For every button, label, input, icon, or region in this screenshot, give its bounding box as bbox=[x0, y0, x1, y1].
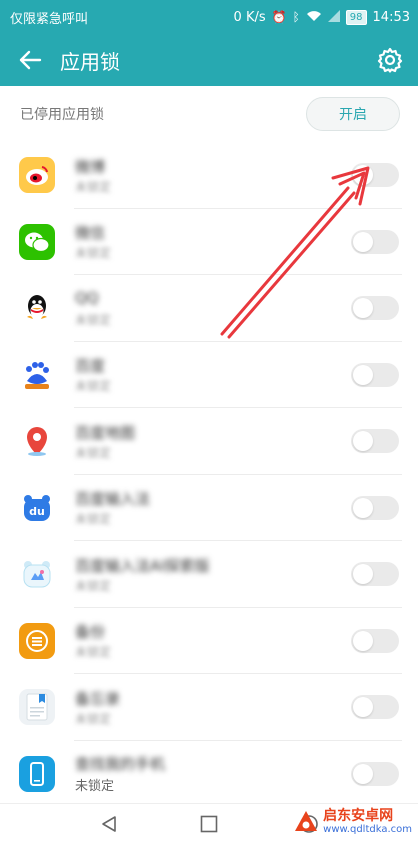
list-item[interactable]: du 百度输入法 未锁定 bbox=[0, 475, 418, 542]
watermark-logo-icon bbox=[295, 811, 318, 831]
lock-toggle[interactable] bbox=[351, 628, 399, 653]
list-item[interactable]: 微信 未锁定 bbox=[0, 209, 418, 276]
lock-toggle[interactable] bbox=[351, 562, 399, 587]
bluetooth-icon: ᛒ bbox=[292, 10, 300, 24]
memo-icon bbox=[19, 689, 55, 726]
list-item[interactable]: 百度输入法AI探索版 未锁定 bbox=[0, 541, 418, 608]
recents-nav-button[interactable] bbox=[197, 812, 221, 836]
back-button[interactable] bbox=[0, 34, 60, 86]
square-icon bbox=[200, 815, 218, 832]
gear-icon bbox=[377, 47, 403, 73]
section-header: 已停用应用锁 开启 bbox=[0, 86, 418, 142]
list-item[interactable]: 备份 未锁定 bbox=[0, 608, 418, 675]
carrier-text: 仅限紧急呼叫 bbox=[10, 11, 89, 27]
watermark-name: 启东安卓网 bbox=[323, 808, 394, 824]
alarm-icon: ⏰ bbox=[271, 10, 287, 24]
app-list: 微博 未锁定 微信 未锁定 QQ 未锁定 百度 未锁定 百度地图 未锁定 du … bbox=[0, 142, 418, 807]
find-phone-icon bbox=[19, 755, 55, 792]
list-item[interactable]: 百度 未锁定 bbox=[0, 342, 418, 409]
lock-toggle[interactable] bbox=[351, 429, 399, 454]
watermark: 启东安卓网 www.qdltdka.com bbox=[293, 805, 412, 839]
lock-toggle[interactable] bbox=[351, 229, 399, 254]
watermark-url: www.qdltdka.com bbox=[323, 824, 412, 835]
list-item[interactable]: 百度地图 未锁定 bbox=[0, 408, 418, 475]
lock-toggle[interactable] bbox=[351, 695, 399, 720]
enable-button[interactable]: 开启 bbox=[306, 97, 400, 131]
back-arrow-icon bbox=[19, 50, 42, 70]
wechat-icon bbox=[19, 223, 55, 260]
settings-button[interactable] bbox=[374, 44, 406, 76]
lock-toggle[interactable] bbox=[351, 761, 399, 786]
weibo-icon bbox=[19, 157, 55, 194]
backup-icon bbox=[19, 622, 55, 659]
status-bar: 仅限紧急呼叫 0 K/s ⏰ ᛒ 98 14:53 bbox=[0, 0, 418, 34]
section-label: 已停用应用锁 bbox=[20, 107, 104, 123]
page-title: 应用锁 bbox=[60, 49, 120, 74]
baidu-icon bbox=[19, 356, 55, 393]
list-item[interactable]: QQ 未锁定 bbox=[0, 275, 418, 342]
list-item[interactable]: 查找我的手机 未锁定 bbox=[0, 741, 418, 808]
svg-text:du: du bbox=[29, 505, 45, 518]
qq-icon bbox=[19, 290, 55, 327]
baidu-map-icon bbox=[19, 423, 55, 460]
lock-toggle[interactable] bbox=[351, 296, 399, 321]
baidu-input-ai-icon bbox=[19, 556, 55, 593]
clock: 14:53 bbox=[372, 9, 410, 25]
app-bar: 应用锁 bbox=[0, 34, 418, 86]
list-item[interactable]: 微博 未锁定 bbox=[0, 142, 418, 209]
status-icons: 0 K/s ⏰ ᛒ 98 14:53 bbox=[233, 9, 410, 25]
back-nav-button[interactable] bbox=[97, 812, 121, 836]
triangle-back-icon bbox=[102, 815, 116, 832]
battery-icon: 98 bbox=[345, 9, 367, 25]
lock-toggle[interactable] bbox=[351, 163, 399, 188]
list-item[interactable]: 备忘录 未锁定 bbox=[0, 674, 418, 741]
wifi-icon bbox=[306, 10, 322, 24]
baidu-input-icon: du bbox=[19, 489, 55, 526]
signal-icon bbox=[327, 10, 340, 24]
lock-toggle[interactable] bbox=[351, 495, 399, 520]
network-speed: 0 K/s bbox=[233, 9, 266, 25]
lock-toggle[interactable] bbox=[351, 362, 399, 387]
